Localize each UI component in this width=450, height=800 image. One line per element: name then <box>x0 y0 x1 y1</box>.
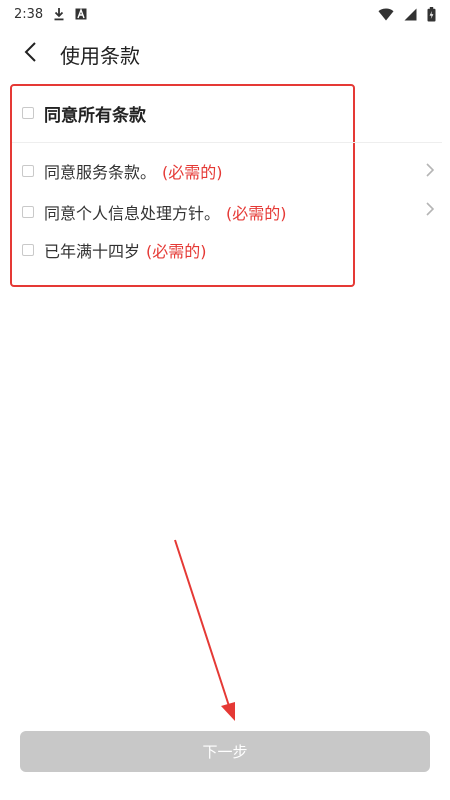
battery-icon <box>427 6 436 22</box>
term-privacy-checkbox[interactable] <box>22 206 34 218</box>
agree-all-row[interactable]: 同意所有条款 <box>22 98 345 128</box>
header: 使用条款 <box>0 28 450 80</box>
term-privacy-label: 同意个人信息处理方针。 <box>44 204 221 223</box>
chevron-left-icon <box>23 41 37 67</box>
term-age-checkbox[interactable] <box>22 244 34 256</box>
term-privacy-required: (必需的) <box>226 204 287 223</box>
terms-list: 同意所有条款 同意服务条款。 (必需的) 同意个人信息处理方针。 (必需的) 已… <box>10 84 442 287</box>
term-service-checkbox[interactable] <box>22 165 34 177</box>
page-title: 使用条款 <box>60 43 140 68</box>
term-row-age[interactable]: 已年满十四岁 (必需的) <box>22 235 345 265</box>
agree-all-label: 同意所有条款 <box>44 105 146 126</box>
status-left: 2:38 <box>14 7 87 22</box>
term-service-required: (必需的) <box>162 163 223 182</box>
download-icon <box>53 7 65 21</box>
status-right <box>378 6 436 22</box>
term-service-label: 同意服务条款。 <box>44 163 157 182</box>
signal-icon <box>404 8 417 21</box>
status-time: 2:38 <box>14 6 44 22</box>
next-button[interactable]: 下一步 <box>20 731 430 772</box>
term-row-service[interactable]: 同意服务条款。 (必需的) <box>22 156 345 186</box>
term-row-privacy[interactable]: 同意个人信息处理方针。 (必需的) <box>22 197 345 227</box>
term-age-label: 已年满十四岁 <box>44 242 141 261</box>
wifi-icon <box>378 8 394 21</box>
divider <box>12 142 442 143</box>
back-button[interactable] <box>18 42 42 66</box>
screen: 2:38 使用条款 同意所有条款 同意服务条款。 (必需的) 同意个人信息处理方… <box>0 0 450 800</box>
agree-all-checkbox[interactable] <box>22 107 34 119</box>
font-a-icon <box>75 8 87 20</box>
chevron-right-icon[interactable] <box>423 163 437 177</box>
chevron-right-icon[interactable] <box>423 202 437 216</box>
status-bar: 2:38 <box>0 0 450 28</box>
term-age-required: (必需的) <box>146 242 207 261</box>
